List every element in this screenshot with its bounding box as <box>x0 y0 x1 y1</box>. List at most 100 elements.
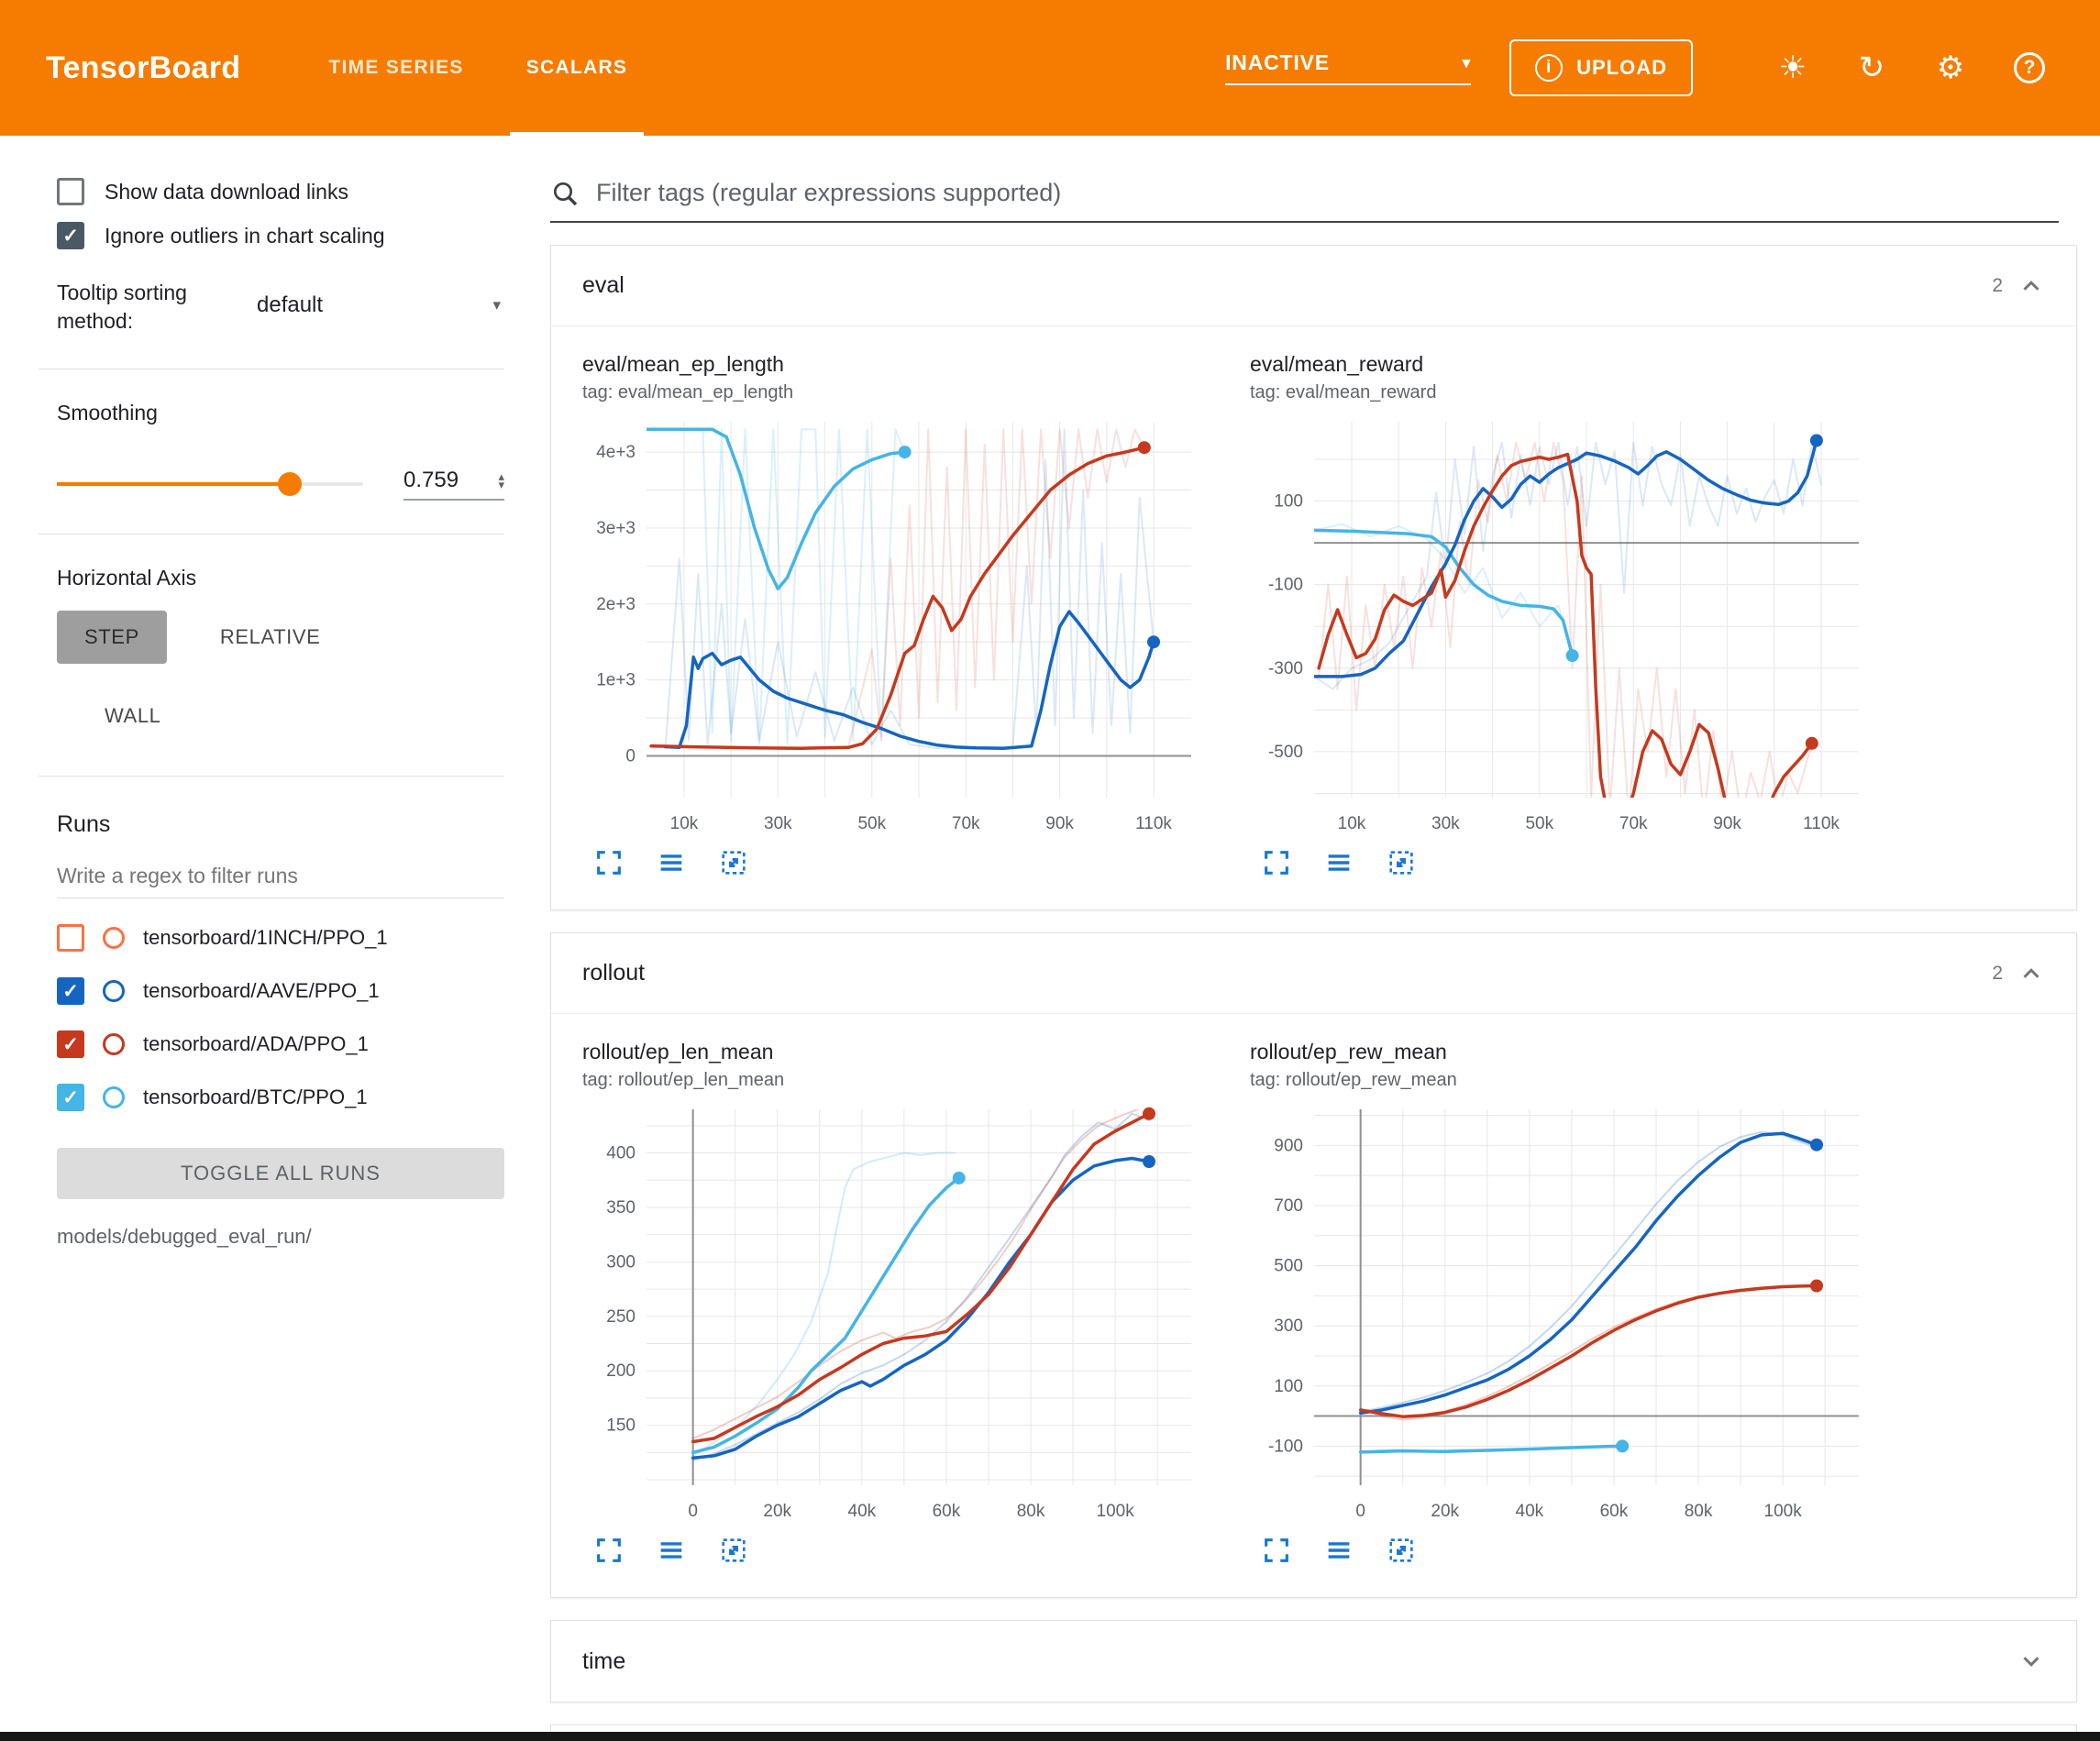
refresh-icon[interactable]: ↻ <box>1852 49 1891 87</box>
upload-button[interactable]: i UPLOAD <box>1509 39 1693 96</box>
svg-text:50k: 50k <box>1525 814 1553 833</box>
collapse-up-icon[interactable] <box>2017 272 2045 300</box>
collapse-down-icon[interactable] <box>2017 1647 2045 1675</box>
svg-text:0: 0 <box>625 746 636 766</box>
fit-domain-icon[interactable] <box>718 847 749 878</box>
run-item[interactable]: tensorboard/BTC/PPO_1 <box>57 1084 504 1111</box>
tag-filter <box>550 178 2059 223</box>
stepper-down-icon[interactable]: ▾ <box>498 480 504 489</box>
section-rollout-body: rollout/ep_len_mean tag: rollout/ep_len_… <box>551 1014 2076 1597</box>
svg-text:10k: 10k <box>1338 814 1366 833</box>
axis-wall-button[interactable]: WALL <box>97 689 169 743</box>
horizontal-axis-options: STEP RELATIVE WALL <box>57 611 504 743</box>
brightness-icon[interactable]: ☀ <box>1774 49 1812 87</box>
svg-text:110k: 110k <box>1135 814 1172 833</box>
svg-text:4e+3: 4e+3 <box>596 443 636 462</box>
app-header: TensorBoard TIME SERIES SCALARS INACTIVE… <box>0 0 2100 136</box>
svg-text:10k: 10k <box>670 814 699 833</box>
show-download-links-checkbox[interactable]: Show data download links <box>57 178 504 205</box>
tab-scalars[interactable]: SCALARS <box>495 0 659 136</box>
svg-text:-100: -100 <box>1268 1437 1303 1456</box>
svg-text:700: 700 <box>1274 1196 1303 1216</box>
svg-text:900: 900 <box>1274 1136 1303 1155</box>
svg-text:80k: 80k <box>1685 1502 1713 1521</box>
smoothing-value-input[interactable]: 0.759 ▴ ▾ <box>403 468 504 501</box>
axis-step-button[interactable]: STEP <box>57 611 167 664</box>
svg-text:20k: 20k <box>1431 1502 1459 1521</box>
svg-text:100k: 100k <box>1097 1502 1135 1521</box>
slider-thumb[interactable] <box>278 472 302 496</box>
svg-text:110k: 110k <box>1803 814 1840 833</box>
tooltip-sorting-select[interactable]: default ▾ <box>257 292 504 322</box>
help-question-mark: ? <box>2014 52 2045 83</box>
run-item[interactable]: tensorboard/ADA/PPO_1 <box>57 1030 504 1058</box>
smoothing-slider[interactable] <box>57 482 363 486</box>
axis-relative-button[interactable]: RELATIVE <box>213 611 328 664</box>
dashboard-main: eval 2 eval/mean_ep_length tag: eval/mea… <box>541 136 2100 1732</box>
svg-text:90k: 90k <box>1713 814 1741 833</box>
chart-rollout-ep-rew-mean: rollout/ep_rew_mean tag: rollout/ep_rew_… <box>1250 1040 1896 1566</box>
expand-chart-icon[interactable] <box>593 1535 624 1566</box>
run-checkbox-icon[interactable] <box>57 924 84 952</box>
section-rollout-header[interactable]: rollout 2 <box>551 933 2076 1014</box>
expand-chart-icon[interactable] <box>593 847 624 878</box>
chart-actions <box>1250 1535 1896 1566</box>
app-title: TensorBoard <box>46 50 240 86</box>
expand-chart-icon[interactable] <box>1261 1535 1292 1566</box>
section-eval-header[interactable]: eval 2 <box>551 246 2076 326</box>
run-checkbox-icon[interactable] <box>57 977 84 1005</box>
section-rollout: rollout 2 rollout/ep_len_mean tag: rollo… <box>550 932 2077 1598</box>
divider <box>39 776 504 777</box>
svg-text:40k: 40k <box>848 1502 877 1521</box>
chart-actions <box>582 847 1228 878</box>
runs-table-icon[interactable] <box>1323 847 1354 878</box>
section-time-header[interactable]: time <box>551 1621 2076 1702</box>
chart-rollout-ep-len-mean: rollout/ep_len_mean tag: rollout/ep_len_… <box>582 1040 1228 1566</box>
svg-text:0: 0 <box>1355 1502 1365 1521</box>
ignore-outliers-label: Ignore outliers in chart scaling <box>105 224 385 248</box>
tab-time-series[interactable]: TIME SERIES <box>297 0 494 136</box>
tooltip-sorting-label: Tooltip sorting method: <box>57 279 233 336</box>
svg-text:2e+3: 2e+3 <box>596 595 636 614</box>
svg-text:20k: 20k <box>763 1502 791 1521</box>
chart-eval-mean-reward: eval/mean_reward tag: eval/mean_reward 1… <box>1250 352 1896 878</box>
info-icon: i <box>1535 54 1563 82</box>
svg-text:-100: -100 <box>1268 576 1303 595</box>
svg-text:100: 100 <box>1274 492 1303 512</box>
status-dropdown[interactable]: INACTIVE ▾ <box>1225 50 1471 85</box>
help-icon[interactable]: ? <box>2010 49 2049 87</box>
fit-domain-icon[interactable] <box>1386 1535 1417 1566</box>
horizontal-axis-label: Horizontal Axis <box>57 566 504 590</box>
chart-tag: tag: rollout/ep_len_mean <box>582 1070 1228 1091</box>
runs-table-icon[interactable] <box>1323 1535 1354 1566</box>
scalar-line-chart[interactable]: 10k30k50k70k90k110k01e+32e+33e+34e+3 <box>582 413 1206 843</box>
settings-gear-icon[interactable]: ⚙ <box>1931 49 1970 87</box>
run-label: tensorboard/AAVE/PPO_1 <box>143 979 380 1003</box>
fit-domain-icon[interactable] <box>1386 847 1417 878</box>
run-item[interactable]: tensorboard/AAVE/PPO_1 <box>57 977 504 1005</box>
number-stepper[interactable]: ▴ ▾ <box>498 472 504 490</box>
runs-table-icon[interactable] <box>656 1535 687 1566</box>
section-title: rollout <box>582 960 645 986</box>
section-count: 2 <box>1992 275 2003 297</box>
run-checkbox-icon[interactable] <box>57 1084 84 1111</box>
tag-filter-input[interactable] <box>594 178 2059 208</box>
run-item[interactable]: tensorboard/1INCH/PPO_1 <box>57 924 504 952</box>
ignore-outliers-checkbox[interactable]: Ignore outliers in chart scaling <box>57 222 504 249</box>
run-color-ring <box>103 980 125 1002</box>
runs-table-icon[interactable] <box>656 847 687 878</box>
svg-text:50k: 50k <box>857 814 886 833</box>
svg-text:500: 500 <box>1274 1257 1303 1276</box>
fit-domain-icon[interactable] <box>718 1535 749 1566</box>
scalar-line-chart[interactable]: 020k40k60k80k100k-100100300500700900 <box>1250 1100 1873 1531</box>
scalar-line-chart[interactable]: 020k40k60k80k100k150200250300350400 <box>582 1100 1206 1531</box>
toggle-all-runs-button[interactable]: TOGGLE ALL RUNS <box>57 1148 504 1199</box>
runs-filter-input[interactable] <box>57 860 504 898</box>
expand-chart-icon[interactable] <box>1261 847 1292 878</box>
scalar-line-chart[interactable]: 10k30k50k70k90k110k-500-300-100100 <box>1250 413 1873 843</box>
svg-text:400: 400 <box>606 1144 636 1163</box>
run-checkbox-icon[interactable] <box>57 1030 84 1058</box>
collapse-up-icon[interactable] <box>2017 960 2045 987</box>
tooltip-sorting-value: default <box>257 292 323 318</box>
svg-text:80k: 80k <box>1017 1502 1045 1521</box>
